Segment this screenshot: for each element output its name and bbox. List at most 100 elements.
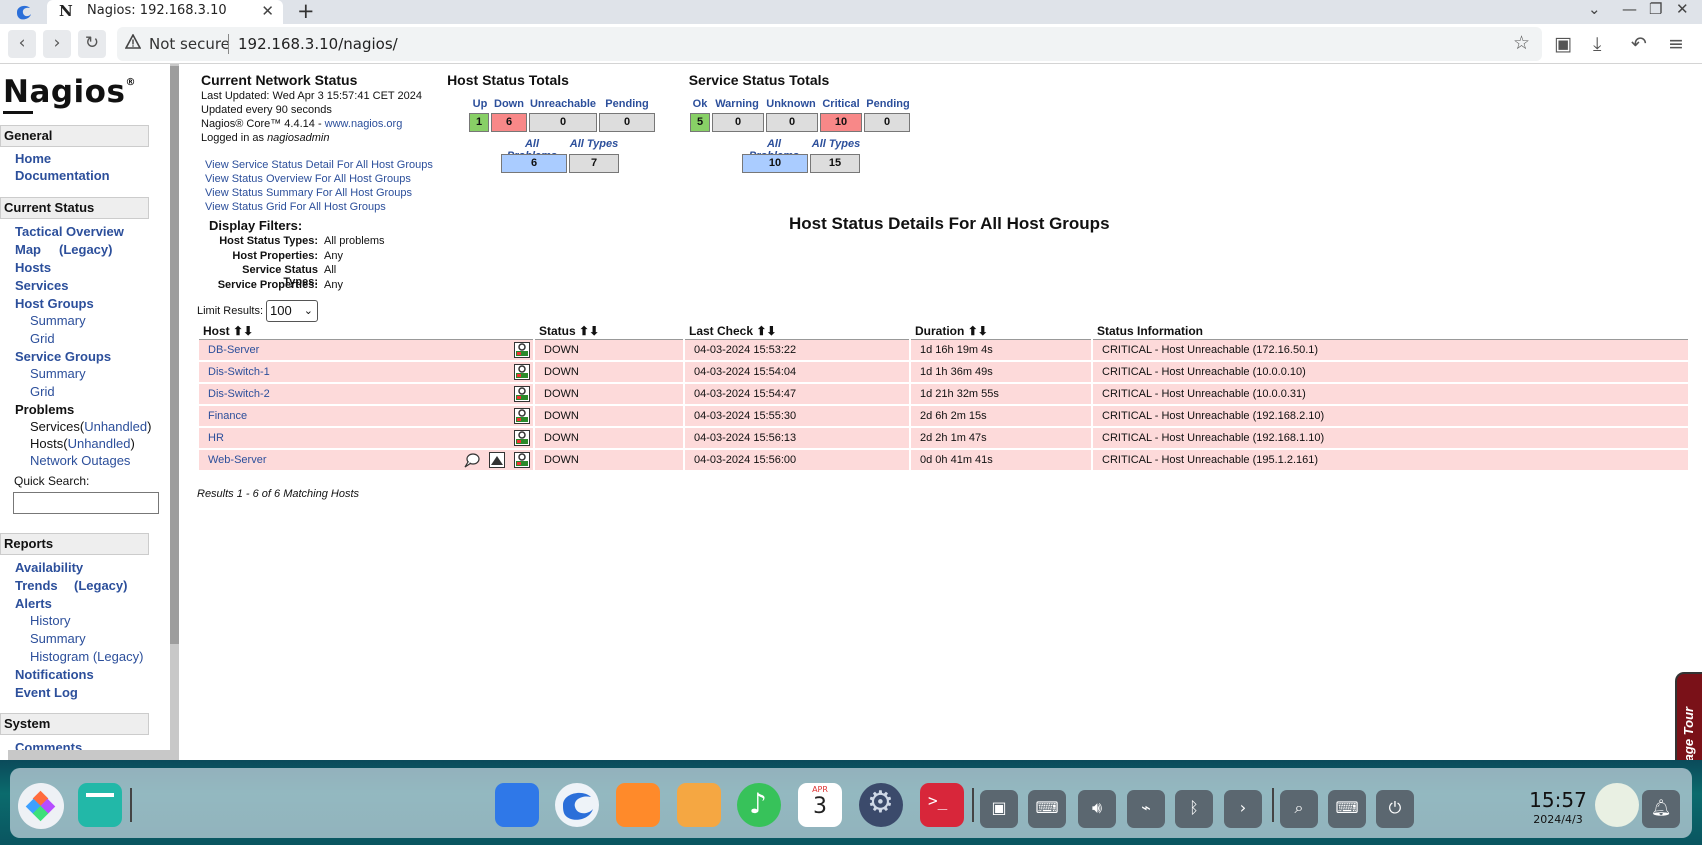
reload-icon[interactable]: ↻: [78, 30, 106, 58]
file-manager-icon[interactable]: [495, 783, 539, 827]
wallet-icon[interactable]: ▣: [1554, 33, 1572, 55]
nav-trends-legacy[interactable]: (Legacy): [74, 578, 127, 593]
svc-ok-label[interactable]: Ok: [689, 98, 711, 110]
nav-home[interactable]: Home: [15, 151, 51, 166]
svc-pending-count[interactable]: 0: [864, 113, 910, 132]
host-service-status-icon[interactable]: [514, 408, 530, 424]
nav-network-outages[interactable]: Network Outages: [30, 453, 130, 468]
app-store-icon[interactable]: [616, 783, 660, 827]
terminal-icon[interactable]: >_: [920, 783, 964, 827]
sort-arrows-icon[interactable]: ⬆⬇: [233, 324, 253, 338]
image-viewer-icon[interactable]: [677, 783, 721, 827]
host-up-label[interactable]: Up: [469, 98, 491, 110]
row-host[interactable]: Dis-Switch-1: [199, 362, 533, 382]
page-tour-button[interactable]: Page Tour: [1675, 672, 1702, 760]
multitask-view-icon[interactable]: [78, 783, 122, 827]
row-host[interactable]: HR: [199, 428, 533, 448]
link-status-summary[interactable]: View Status Summary For All Host Groups: [205, 187, 412, 199]
sort-arrows-icon[interactable]: ⬆⬇: [968, 324, 988, 338]
trash-icon[interactable]: [1595, 783, 1639, 827]
svc-critical-label[interactable]: Critical: [819, 98, 863, 110]
nav-hosts[interactable]: Hosts: [15, 260, 51, 275]
sidebar-horizontal-scrollbar[interactable]: [8, 750, 170, 760]
row-host[interactable]: DB-Server: [199, 340, 533, 360]
tray-expand-chevron-icon[interactable]: ›: [1224, 790, 1262, 828]
host-service-status-icon[interactable]: [514, 386, 530, 402]
settings-gear-icon[interactable]: ⚙: [859, 783, 903, 827]
row-host[interactable]: Web-Server: [199, 450, 533, 470]
menu-icon[interactable]: ≡: [1668, 33, 1684, 55]
nav-servicegroups-summary[interactable]: Summary: [30, 366, 86, 381]
tab-list-chevron-icon[interactable]: ⌄: [1588, 0, 1601, 18]
nav-problems-services[interactable]: Services(Unhandled): [30, 419, 151, 434]
input-method-icon[interactable]: ⌨: [1328, 790, 1366, 828]
nav-availability[interactable]: Availability: [15, 560, 83, 575]
link-service-status-detail[interactable]: View Service Status Detail For All Host …: [205, 159, 433, 171]
volume-icon[interactable]: 🔊︎: [1078, 790, 1116, 828]
notification-bell-icon[interactable]: 🔔︎: [1642, 790, 1680, 828]
host-unreachable-count[interactable]: 0: [529, 113, 597, 132]
svc-all-types-count[interactable]: 15: [810, 154, 860, 173]
nav-hostgroups-grid[interactable]: Grid: [30, 331, 55, 346]
svc-pending-label[interactable]: Pending: [865, 98, 911, 110]
svc-all-problems-count[interactable]: 10: [742, 154, 808, 173]
host-pending-label[interactable]: Pending: [599, 98, 655, 110]
sort-arrows-icon[interactable]: ⬆⬇: [579, 324, 599, 338]
new-tab-icon[interactable]: +: [297, 0, 315, 23]
col-status[interactable]: Status ⬆⬇: [535, 322, 683, 340]
nav-trends[interactable]: Trends: [15, 578, 58, 593]
host-all-types-count[interactable]: 7: [569, 154, 619, 173]
nav-alerts-summary[interactable]: Summary: [30, 631, 86, 646]
restore-icon[interactable]: ❐: [1649, 0, 1662, 18]
nav-event-log[interactable]: Event Log: [15, 685, 78, 700]
col-host[interactable]: Host ⬆⬇: [199, 322, 533, 340]
calendar-icon[interactable]: APR 3: [798, 783, 842, 827]
nav-documentation[interactable]: Documentation: [15, 168, 110, 183]
nagios-org-link[interactable]: www.nagios.org: [325, 118, 403, 130]
host-unreachable-label[interactable]: Unreachable: [527, 98, 599, 110]
host-pending-count[interactable]: 0: [599, 113, 655, 132]
keyboard-tray-icon[interactable]: ⌨: [1028, 790, 1066, 828]
back-icon[interactable]: ‹: [8, 30, 36, 58]
host-service-status-icon[interactable]: [514, 342, 530, 358]
clock-date[interactable]: 2024/4/3: [1528, 813, 1588, 826]
quick-search-input[interactable]: [13, 492, 159, 514]
host-service-status-icon[interactable]: [514, 364, 530, 380]
problems-hosts-unhandled[interactable]: Unhandled: [68, 436, 131, 451]
nav-notifications[interactable]: Notifications: [15, 667, 94, 682]
host-graph-icon[interactable]: [489, 452, 505, 468]
comment-icon[interactable]: [464, 452, 480, 468]
browser-tab[interactable]: N Nagios: 192.168.3.10 ✕: [47, 0, 283, 24]
bookmark-star-icon[interactable]: ☆: [1513, 32, 1530, 54]
close-window-icon[interactable]: ✕: [1676, 0, 1689, 18]
search-icon[interactable]: ⌕: [1280, 790, 1318, 828]
download-icon[interactable]: ⤓: [1593, 33, 1601, 55]
svc-ok-count[interactable]: 5: [690, 113, 710, 132]
nagios-logo[interactable]: Nagios®: [3, 74, 136, 114]
svc-warning-count[interactable]: 0: [712, 113, 764, 132]
nav-map[interactable]: Map: [15, 242, 41, 257]
svc-all-types-label[interactable]: All Types: [809, 138, 863, 150]
nav-hostgroups-summary[interactable]: Summary: [30, 313, 86, 328]
minimize-icon[interactable]: —: [1622, 0, 1637, 18]
svc-critical-count[interactable]: 10: [820, 113, 862, 132]
problems-services-unhandled[interactable]: Unhandled: [84, 419, 147, 434]
svc-warning-label[interactable]: Warning: [711, 98, 763, 110]
close-tab-icon[interactable]: ✕: [261, 2, 274, 20]
host-up-count[interactable]: 1: [469, 113, 489, 132]
url-bar[interactable]: Not secure 192.168.3.10/nagios/ ☆: [117, 27, 1542, 61]
host-all-types-label[interactable]: All Types: [567, 138, 621, 150]
svc-unknown-label[interactable]: Unknown: [765, 98, 817, 110]
bluetooth-icon[interactable]: ᛒ: [1175, 790, 1213, 828]
nav-alerts-histogram[interactable]: Histogram (Legacy): [30, 649, 143, 664]
nav-alerts[interactable]: Alerts: [15, 596, 52, 611]
nav-service-groups[interactable]: Service Groups: [15, 349, 111, 364]
sort-arrows-icon[interactable]: ⬆⬇: [756, 324, 776, 338]
host-service-status-icon[interactable]: [514, 452, 530, 468]
launcher-icon[interactable]: [18, 783, 64, 829]
limit-results-select[interactable]: 100 ⌄: [266, 300, 318, 322]
nav-servicegroups-grid[interactable]: Grid: [30, 384, 55, 399]
power-icon[interactable]: ⏻: [1376, 790, 1414, 828]
row-host[interactable]: Finance: [199, 406, 533, 426]
clock-time[interactable]: 15:57: [1528, 788, 1588, 812]
